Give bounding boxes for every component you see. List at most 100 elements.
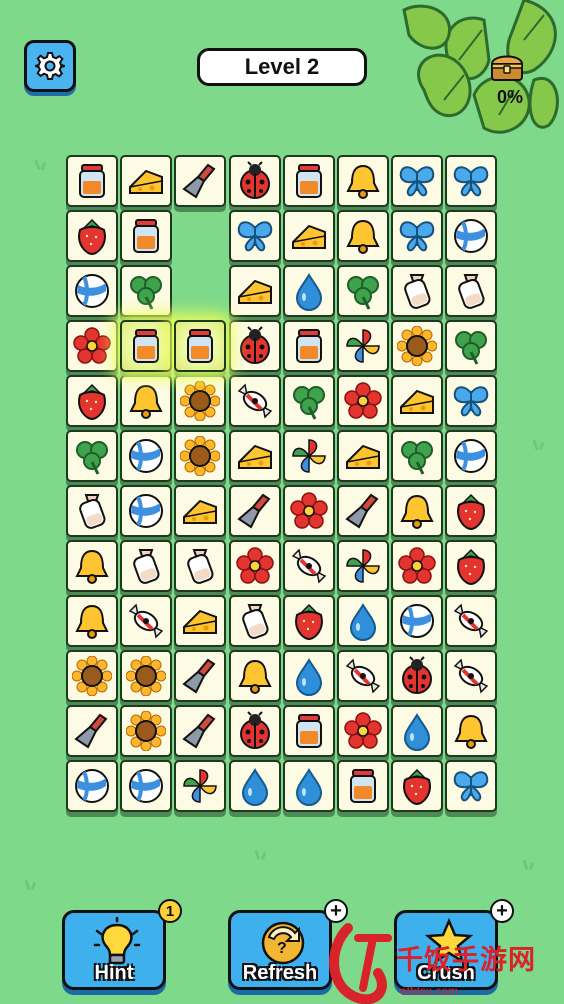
hint-button[interactable]: Hint: [62, 910, 166, 990]
tile-cheese[interactable]: [228, 265, 281, 317]
tile-pinwheel[interactable]: [174, 760, 227, 812]
tile-drop[interactable]: [282, 265, 335, 317]
tile-jar[interactable]: [66, 155, 118, 207]
tile-jar[interactable]: [174, 320, 227, 372]
tile-ball[interactable]: [120, 430, 173, 482]
tile-bell[interactable]: [120, 375, 173, 427]
tile-ball[interactable]: [445, 430, 498, 482]
tile-bell[interactable]: [228, 650, 281, 702]
tile-candy[interactable]: [337, 650, 389, 702]
tile-ladybug[interactable]: [228, 155, 281, 207]
tile-sunflower[interactable]: [120, 705, 173, 757]
tile-pinwheel[interactable]: [337, 320, 389, 372]
candy-icon: [291, 548, 327, 584]
tile-jar[interactable]: [120, 210, 173, 262]
tile-clover[interactable]: [391, 430, 444, 482]
tile-flower[interactable]: [391, 540, 444, 592]
tile-sunflower[interactable]: [174, 375, 227, 427]
tile-cheese[interactable]: [391, 375, 444, 427]
tile-jar[interactable]: [337, 760, 389, 812]
bottle-icon: [404, 274, 431, 309]
tile-candy[interactable]: [228, 375, 281, 427]
tile-flower[interactable]: [337, 705, 389, 757]
tile-bell[interactable]: [445, 705, 498, 757]
tile-scraper[interactable]: [174, 705, 227, 757]
tile-drop[interactable]: [282, 760, 335, 812]
tile-cheese[interactable]: [228, 430, 281, 482]
tile-jar[interactable]: [282, 705, 335, 757]
tile-jar[interactable]: [282, 320, 335, 372]
tile-cheese[interactable]: [282, 210, 335, 262]
tile-bottle[interactable]: [391, 265, 444, 317]
tile-sunflower[interactable]: [391, 320, 444, 372]
tile-drop[interactable]: [228, 760, 281, 812]
tile-bottle[interactable]: [445, 265, 498, 317]
tile-drop[interactable]: [337, 595, 389, 647]
tile-bell[interactable]: [391, 485, 444, 537]
tile-scraper[interactable]: [337, 485, 389, 537]
refresh-button[interactable]: ? Refresh: [228, 910, 332, 990]
tile-strawberry[interactable]: [282, 595, 335, 647]
tile-bottle[interactable]: [66, 485, 118, 537]
tile-butterfly[interactable]: [445, 375, 498, 427]
tile-strawberry[interactable]: [66, 210, 118, 262]
tile-jar[interactable]: [282, 155, 335, 207]
tile-scraper[interactable]: [228, 485, 281, 537]
tile-bottle[interactable]: [174, 540, 227, 592]
tile-cheese[interactable]: [337, 430, 389, 482]
tile-scraper[interactable]: [66, 705, 118, 757]
tile-bell[interactable]: [337, 155, 389, 207]
tile-strawberry[interactable]: [66, 375, 118, 427]
tile-sunflower[interactable]: [66, 650, 118, 702]
tile-strawberry[interactable]: [445, 540, 498, 592]
tile-clover[interactable]: [120, 265, 173, 317]
tile-drop[interactable]: [282, 650, 335, 702]
tile-clover[interactable]: [282, 375, 335, 427]
tile-butterfly[interactable]: [391, 155, 444, 207]
tile-cheese[interactable]: [120, 155, 173, 207]
treasure-chest-icon[interactable]: [490, 52, 524, 82]
tile-flower[interactable]: [282, 485, 335, 537]
tile-butterfly[interactable]: [391, 210, 444, 262]
tile-butterfly[interactable]: [228, 210, 281, 262]
tile-clover[interactable]: [337, 265, 389, 317]
tile-candy[interactable]: [282, 540, 335, 592]
tile-ball[interactable]: [120, 760, 173, 812]
tile-strawberry[interactable]: [445, 485, 498, 537]
tile-butterfly[interactable]: [445, 760, 498, 812]
tile-strawberry[interactable]: [391, 760, 444, 812]
tile-bell[interactable]: [66, 595, 118, 647]
tile-ladybug[interactable]: [228, 320, 281, 372]
tile-clover[interactable]: [66, 430, 118, 482]
tile-bell[interactable]: [66, 540, 118, 592]
settings-button[interactable]: [24, 40, 76, 92]
tile-clover[interactable]: [445, 320, 498, 372]
tile-ladybug[interactable]: [391, 650, 444, 702]
tile-sunflower[interactable]: [120, 650, 173, 702]
tile-jar[interactable]: [120, 320, 173, 372]
tile-ball[interactable]: [66, 760, 118, 812]
tile-pinwheel[interactable]: [282, 430, 335, 482]
tile-ball[interactable]: [120, 485, 173, 537]
tile-candy[interactable]: [120, 595, 173, 647]
tile-flower[interactable]: [337, 375, 389, 427]
tile-bottle[interactable]: [120, 540, 173, 592]
tile-candy[interactable]: [445, 650, 498, 702]
tile-scraper[interactable]: [174, 155, 227, 207]
tile-ball[interactable]: [66, 265, 118, 317]
tile-flower[interactable]: [66, 320, 118, 372]
tile-drop[interactable]: [391, 705, 444, 757]
tile-candy[interactable]: [445, 595, 498, 647]
tile-cheese[interactable]: [174, 485, 227, 537]
tile-pinwheel[interactable]: [337, 540, 389, 592]
tile-sunflower[interactable]: [174, 430, 227, 482]
tile-ball[interactable]: [445, 210, 498, 262]
tile-ladybug[interactable]: [228, 705, 281, 757]
tile-flower[interactable]: [228, 540, 281, 592]
tile-bell[interactable]: [337, 210, 389, 262]
tile-bottle[interactable]: [228, 595, 281, 647]
tile-cheese[interactable]: [174, 595, 227, 647]
tile-ball[interactable]: [391, 595, 444, 647]
tile-butterfly[interactable]: [445, 155, 498, 207]
tile-scraper[interactable]: [174, 650, 227, 702]
